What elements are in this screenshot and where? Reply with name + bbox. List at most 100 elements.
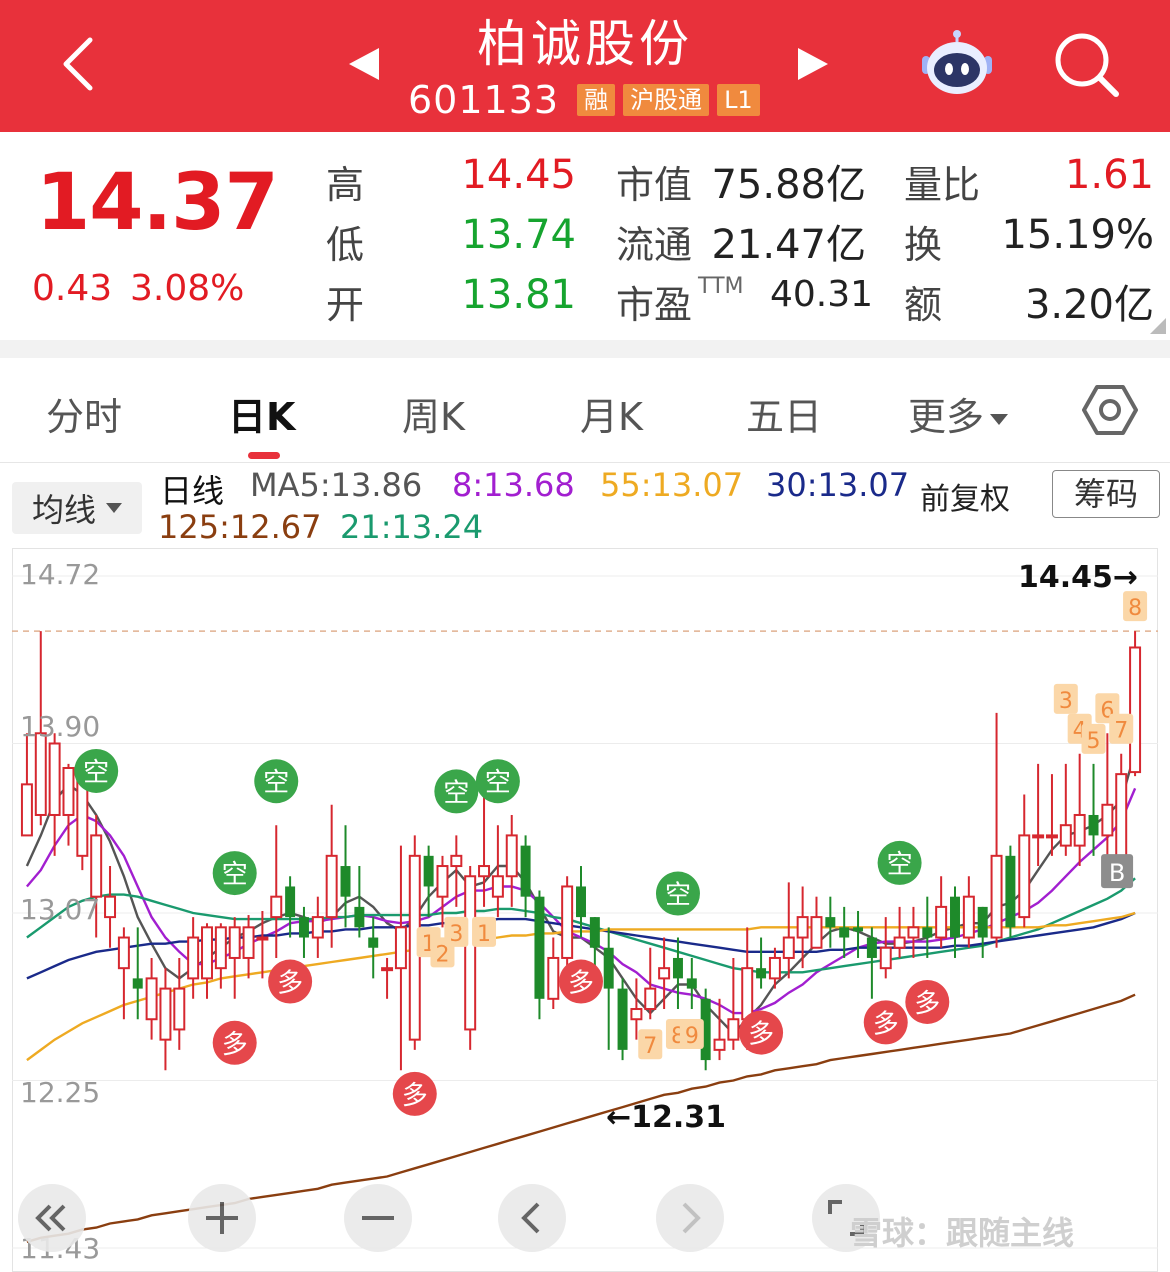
candlestick-chart[interactable]: 空空空空空空空多多多多多多多1 237 8 9134 5678B xyxy=(12,548,1158,1272)
next-stock-icon[interactable] xyxy=(796,46,832,82)
ma-selector-button[interactable]: 均线 xyxy=(12,482,142,534)
candle-body xyxy=(90,834,103,898)
candle-body xyxy=(686,978,697,989)
robot-assistant-icon[interactable] xyxy=(918,30,996,98)
candle-down xyxy=(423,845,434,918)
y-tick-label: 13.07 xyxy=(20,893,101,926)
open-label: 开 xyxy=(326,283,365,327)
candle-body xyxy=(810,916,823,949)
count-marker-text: 7 xyxy=(643,1034,657,1059)
tab-more[interactable]: 更多 xyxy=(908,386,1009,441)
candle-body xyxy=(34,732,47,816)
tag-connect: 沪股通 xyxy=(623,84,710,116)
short-signal: 空 xyxy=(655,871,700,916)
zoom-in-button[interactable] xyxy=(188,1184,256,1252)
legend-ma21: 21:13.24 xyxy=(340,508,484,546)
candle-up xyxy=(1073,753,1086,867)
chips-button[interactable]: 筹码 xyxy=(1052,470,1160,518)
candle-body xyxy=(644,987,657,1011)
short-signal: 空 xyxy=(475,759,520,804)
candle-body xyxy=(368,937,379,948)
zoom-out-button[interactable] xyxy=(344,1184,412,1252)
candle-body xyxy=(450,854,463,868)
long-signal: 多 xyxy=(739,1010,784,1055)
candle-body xyxy=(922,927,933,938)
tab-five-day[interactable]: 五日 xyxy=(746,386,822,441)
scroll-to-start-button[interactable] xyxy=(18,1184,86,1252)
legend-ma8: 8:13.68 xyxy=(452,466,575,504)
search-icon[interactable] xyxy=(1052,30,1120,98)
count-marker-text: 9 xyxy=(685,1024,699,1049)
pe-ttm-sup: TTM xyxy=(698,274,744,299)
candle-down xyxy=(132,927,143,1020)
candle-body xyxy=(658,967,671,980)
candle-down xyxy=(1088,763,1099,856)
chevron-down-icon xyxy=(990,414,1009,425)
scroll-right-button[interactable] xyxy=(656,1184,724,1252)
tab-monthly-k[interactable]: 月K xyxy=(580,386,643,441)
tab-intraday[interactable]: 分时 xyxy=(46,386,122,441)
long-signal-text: 多 xyxy=(873,1009,899,1039)
count-marker-text: 1 xyxy=(477,922,491,947)
candle-body xyxy=(270,895,283,919)
tab-daily-k[interactable]: 日K xyxy=(228,386,295,441)
candle-up xyxy=(893,906,906,958)
count-marker: 7 xyxy=(1109,713,1134,744)
candle-body xyxy=(1115,773,1128,857)
candle-body xyxy=(48,742,61,816)
candle-body xyxy=(866,937,877,958)
stock-header: 柏诚股份 601133 融 沪股通 L1 xyxy=(0,0,1170,132)
tab-weekly-k[interactable]: 周K xyxy=(402,386,465,441)
stock-code-row: 601133 融 沪股通 L1 xyxy=(408,78,760,122)
stock-code: 601133 xyxy=(408,78,560,122)
candle-up xyxy=(561,876,574,969)
scroll-left-button[interactable] xyxy=(498,1184,566,1252)
chart-settings-icon[interactable] xyxy=(1082,382,1138,438)
long-signal-text: 多 xyxy=(748,1020,774,1050)
candle-body xyxy=(630,1008,643,1021)
long-signal: 多 xyxy=(392,1071,437,1116)
candle-body xyxy=(547,956,560,1000)
candle-up xyxy=(62,763,75,846)
count-marker: 8 xyxy=(1123,591,1148,622)
candle-up xyxy=(270,825,283,958)
candle-up xyxy=(311,896,324,958)
long-signal: 多 xyxy=(212,1020,257,1065)
count-marker: 3 xyxy=(1053,683,1078,714)
candle-body xyxy=(603,947,614,989)
open-value: 13.81 xyxy=(461,272,576,318)
candle-down xyxy=(340,825,351,928)
candle-down xyxy=(285,876,296,938)
candle-body xyxy=(1059,824,1072,847)
turnover-label: 换 xyxy=(904,223,943,267)
short-signal-text: 空 xyxy=(485,768,511,798)
candle-down xyxy=(686,957,697,1010)
candle-body xyxy=(1088,814,1099,836)
adjust-mode[interactable]: 前复权 xyxy=(920,474,1010,518)
candle-body xyxy=(1129,646,1142,774)
candle-body xyxy=(1018,834,1031,919)
short-signal-text: 空 xyxy=(222,860,248,890)
high-annotation: 14.45→ xyxy=(1018,560,1139,595)
buy-marker: B xyxy=(1101,854,1134,889)
long-signal: 多 xyxy=(559,959,603,1004)
candle-body xyxy=(145,977,158,1021)
short-signal: 空 xyxy=(877,840,922,885)
count-marker-text: 7 xyxy=(1114,719,1128,744)
candle-body xyxy=(173,987,186,1031)
candle-body xyxy=(796,916,809,939)
candle-body xyxy=(242,926,255,959)
expand-corner-icon[interactable] xyxy=(1150,318,1166,334)
chevron-right-icon xyxy=(682,1202,701,1234)
turnover-value: 15.19% xyxy=(1001,212,1154,258)
mcap-value: 75.88亿 xyxy=(711,162,866,208)
candle-down xyxy=(589,917,600,969)
y-tick-label: 13.90 xyxy=(20,710,101,743)
long-signal: 多 xyxy=(268,959,313,1004)
count-marker: 3 xyxy=(444,916,469,947)
candle-up xyxy=(173,957,186,1050)
count-marker: 7 xyxy=(638,1029,663,1060)
candle-body xyxy=(354,906,365,928)
candle-body xyxy=(839,927,850,938)
candle-body xyxy=(741,967,754,1021)
